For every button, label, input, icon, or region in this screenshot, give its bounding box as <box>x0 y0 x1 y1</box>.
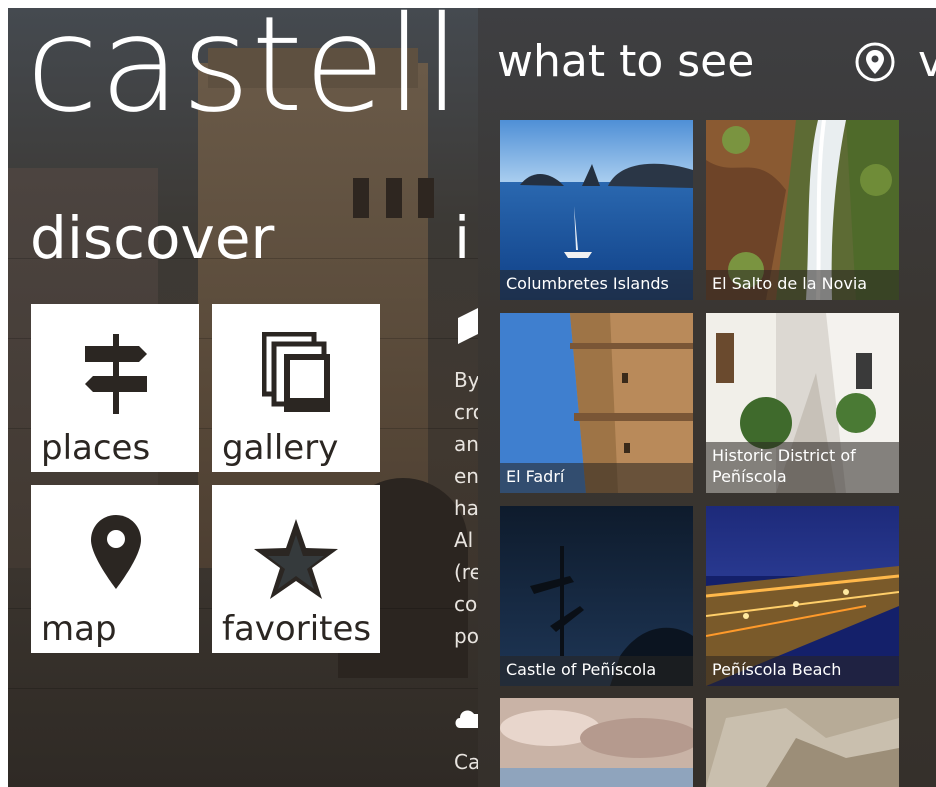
next-section-heading-peek[interactable]: i <box>454 204 470 274</box>
favorites-tile[interactable]: favorites <box>212 485 380 653</box>
place-card-el-fadri[interactable]: El Fadrí <box>500 313 693 493</box>
place-caption: Peñíscola Beach <box>706 656 899 686</box>
peek-text-line: co <box>454 592 478 616</box>
place-card-historic-district[interactable]: Historic District of Peñíscola <box>706 313 899 493</box>
place-card-peniscola-beach[interactable]: Peñíscola Beach <box>706 506 899 686</box>
next-section-heading-peek[interactable]: v <box>918 36 936 89</box>
peek-text-line: Al <box>454 528 474 552</box>
peek-text-line: cro <box>454 400 478 424</box>
place-card-castle-of-peniscola[interactable]: Castle of Peñíscola <box>500 506 693 686</box>
places-tile-label: places <box>41 428 151 468</box>
gallery-tile[interactable]: gallery <box>212 304 380 472</box>
panorama-screen-discover[interactable]: castell discover i places gallery map fa… <box>8 8 478 787</box>
app-title: castell <box>26 8 462 142</box>
places-tile[interactable]: places <box>31 304 199 472</box>
peek-text-line: en <box>454 464 478 488</box>
place-caption: El Salto de la Novia <box>706 270 899 300</box>
place-card-partial[interactable] <box>500 698 693 787</box>
place-card-partial[interactable] <box>706 698 899 787</box>
screenshot-stage: castell discover i places gallery map fa… <box>0 0 936 787</box>
map-pin-circle-icon[interactable] <box>855 42 895 82</box>
place-caption: El Fadrí <box>500 463 693 493</box>
place-card-columbretes-islands[interactable]: Columbretes Islands <box>500 120 693 300</box>
map-pin-icon <box>91 515 141 589</box>
gallery-tile-label: gallery <box>222 428 339 468</box>
star-icon <box>254 519 338 599</box>
info-icon <box>458 308 478 344</box>
background-castle-window <box>418 178 434 218</box>
map-tile-label: map <box>41 609 117 649</box>
background-castle-window <box>386 178 402 218</box>
peek-text-line: po <box>454 624 478 648</box>
background-stone-course <box>8 688 478 689</box>
photo-sunset-clouds <box>500 698 693 787</box>
section-heading-discover: discover <box>30 204 275 272</box>
peek-text-line: ha <box>454 496 478 520</box>
photo-rocks <box>706 698 899 787</box>
signpost-icon <box>85 334 147 414</box>
map-tile[interactable]: map <box>31 485 199 653</box>
section-heading-what-to-see: what to see <box>497 36 755 87</box>
place-caption: Columbretes Islands <box>500 270 693 300</box>
peek-text-line: By <box>454 368 478 392</box>
peek-text-line: an <box>454 432 478 456</box>
place-caption: Historic District of Peñíscola <box>706 442 899 493</box>
place-card-el-salto-de-la-novia[interactable]: El Salto de la Novia <box>706 120 899 300</box>
photos-icon <box>262 332 330 412</box>
place-caption: Castle of Peñíscola <box>500 656 693 686</box>
favorites-tile-label: favorites <box>222 609 372 649</box>
peek-text-footer: Ca <box>454 750 478 774</box>
peek-text-line: (re <box>454 560 478 584</box>
panorama-screen-what-to-see[interactable]: what to see v Columbretes Islands El Sal… <box>478 8 936 787</box>
cloud-icon <box>455 710 478 728</box>
background-castle-window <box>353 178 369 218</box>
